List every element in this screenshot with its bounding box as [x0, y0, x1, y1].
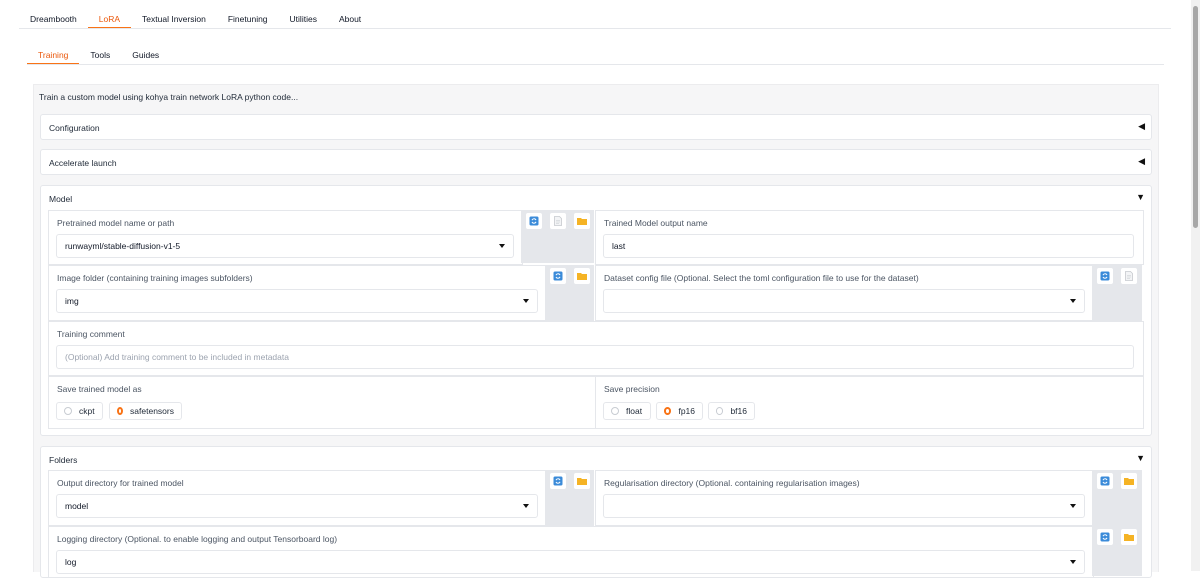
top-tabs: Dreambooth LoRA Textual Inversion Finetu…: [19, 10, 372, 29]
file-icon: [554, 216, 562, 226]
pretrained-model-value: runwayml/stable-diffusion-v1-5: [65, 241, 181, 251]
chevron-down-icon: [1070, 504, 1076, 508]
tab-dreambooth[interactable]: Dreambooth: [19, 10, 88, 28]
pretrained-refresh-button[interactable]: [525, 212, 543, 230]
panel-description: Train a custom model using kohya train n…: [39, 92, 299, 102]
caret-left-icon: ◀: [1138, 121, 1145, 131]
tab-lora[interactable]: LoRA: [87, 10, 132, 29]
refresh-icon: [1100, 532, 1110, 542]
output-name-label: Trained Model output name: [604, 218, 708, 228]
precision-fp16-label: fp16: [678, 406, 695, 416]
radio-circle: [64, 407, 72, 415]
chevron-down-icon: [499, 244, 505, 248]
dataset-config-refresh-button[interactable]: [1096, 267, 1114, 285]
folder-icon: [577, 218, 587, 225]
radio-circle: [611, 407, 619, 415]
save-as-ckpt-label: ckpt: [79, 406, 95, 416]
dataset-config-label: Dataset config file (Optional. Select th…: [604, 273, 919, 283]
output-name-input[interactable]: last: [603, 234, 1134, 258]
save-as-label: Save trained model as: [57, 384, 142, 394]
accelerate-accordion[interactable]: Accelerate launch ◀: [40, 149, 1152, 175]
output-dir-folder-button[interactable]: [573, 472, 591, 490]
dataset-config-file-button[interactable]: [1120, 267, 1138, 285]
save-as-safetensors-radio[interactable]: safetensors: [109, 402, 182, 420]
page-scrollbar-thumb[interactable]: [1193, 6, 1198, 228]
tab-finetuning[interactable]: Finetuning: [217, 10, 279, 28]
configuration-title: Configuration: [49, 123, 100, 133]
tab-tools[interactable]: Tools: [79, 46, 121, 64]
folder-icon: [577, 478, 587, 485]
folder-icon: [1124, 478, 1134, 485]
folders-title[interactable]: Folders: [49, 455, 77, 465]
chevron-down-icon: [523, 299, 529, 303]
radio-circle-selected: [117, 407, 124, 415]
output-dir-value: model: [65, 501, 89, 511]
training-comment-label: Training comment: [57, 329, 125, 339]
refresh-icon: [1100, 476, 1110, 486]
caret-down-icon[interactable]: ▼: [1136, 453, 1145, 463]
tab-guides[interactable]: Guides: [121, 46, 170, 64]
image-folder-folder-button[interactable]: [573, 267, 591, 285]
logging-dir-label: Logging directory (Optional. to enable l…: [57, 534, 338, 544]
pretrained-file-button[interactable]: [549, 212, 567, 230]
training-comment-placeholder: (Optional) Add training comment to be in…: [65, 352, 289, 362]
save-as-safetensors-label: safetensors: [130, 406, 174, 416]
pretrained-folder-button[interactable]: [573, 212, 591, 230]
output-dir-dropdown[interactable]: model: [56, 494, 538, 518]
tab-about[interactable]: About: [328, 10, 372, 28]
precision-float-radio[interactable]: float: [603, 402, 651, 420]
training-comment-input[interactable]: (Optional) Add training comment to be in…: [56, 345, 1134, 369]
save-as-ckpt-radio[interactable]: ckpt: [56, 402, 103, 420]
caret-down-icon[interactable]: ▼: [1136, 192, 1145, 202]
precision-fp16-radio[interactable]: fp16: [656, 402, 703, 420]
tab-utilities[interactable]: Utilities: [279, 10, 328, 28]
sub-tabs: Training Tools Guides: [27, 46, 170, 65]
precision-float-label: float: [626, 406, 643, 416]
radio-circle-selected: [664, 407, 672, 415]
logging-dir-dropdown[interactable]: log: [56, 550, 1085, 574]
file-icon: [1125, 271, 1133, 281]
folder-icon: [577, 273, 587, 280]
chevron-down-icon: [1070, 299, 1076, 303]
radio-circle: [716, 407, 724, 415]
sub-tabs-divider: [27, 64, 1164, 65]
output-name-value: last: [612, 241, 626, 251]
output-dir-refresh-button[interactable]: [549, 472, 567, 490]
chevron-down-icon: [523, 504, 529, 508]
top-tabs-divider: [19, 28, 1171, 29]
folder-icon: [1124, 534, 1134, 541]
image-folder-value: img: [65, 296, 79, 306]
configuration-accordion[interactable]: Configuration ◀: [40, 114, 1152, 140]
image-folder-dropdown[interactable]: img: [56, 289, 538, 313]
accelerate-title: Accelerate launch: [49, 158, 117, 168]
reg-dir-label: Regularisation directory (Optional. cont…: [604, 478, 860, 488]
refresh-icon: [1100, 271, 1110, 281]
refresh-icon: [553, 271, 563, 281]
logging-dir-refresh-button[interactable]: [1096, 528, 1114, 546]
save-precision-label: Save precision: [604, 384, 660, 394]
image-folder-label: Image folder (containing training images…: [57, 273, 253, 283]
model-title[interactable]: Model: [49, 194, 72, 204]
tab-training[interactable]: Training: [27, 46, 80, 65]
reg-dir-dropdown[interactable]: [603, 494, 1085, 518]
pretrained-model-label: Pretrained model name or path: [57, 218, 175, 228]
reg-dir-folder-button[interactable]: [1120, 472, 1138, 490]
caret-left-icon: ◀: [1138, 156, 1145, 166]
pretrained-model-dropdown[interactable]: runwayml/stable-diffusion-v1-5: [56, 234, 514, 258]
dataset-config-dropdown[interactable]: [603, 289, 1085, 313]
precision-bf16-label: bf16: [730, 406, 747, 416]
reg-dir-refresh-button[interactable]: [1096, 472, 1114, 490]
refresh-icon: [529, 216, 539, 226]
precision-bf16-radio[interactable]: bf16: [708, 402, 755, 420]
chevron-down-icon: [1070, 560, 1076, 564]
image-folder-refresh-button[interactable]: [549, 267, 567, 285]
output-dir-label: Output directory for trained model: [57, 478, 184, 488]
refresh-icon: [553, 476, 563, 486]
tab-textual-inversion[interactable]: Textual Inversion: [131, 10, 217, 28]
logging-dir-folder-button[interactable]: [1120, 528, 1138, 546]
logging-dir-value: log: [65, 557, 77, 567]
